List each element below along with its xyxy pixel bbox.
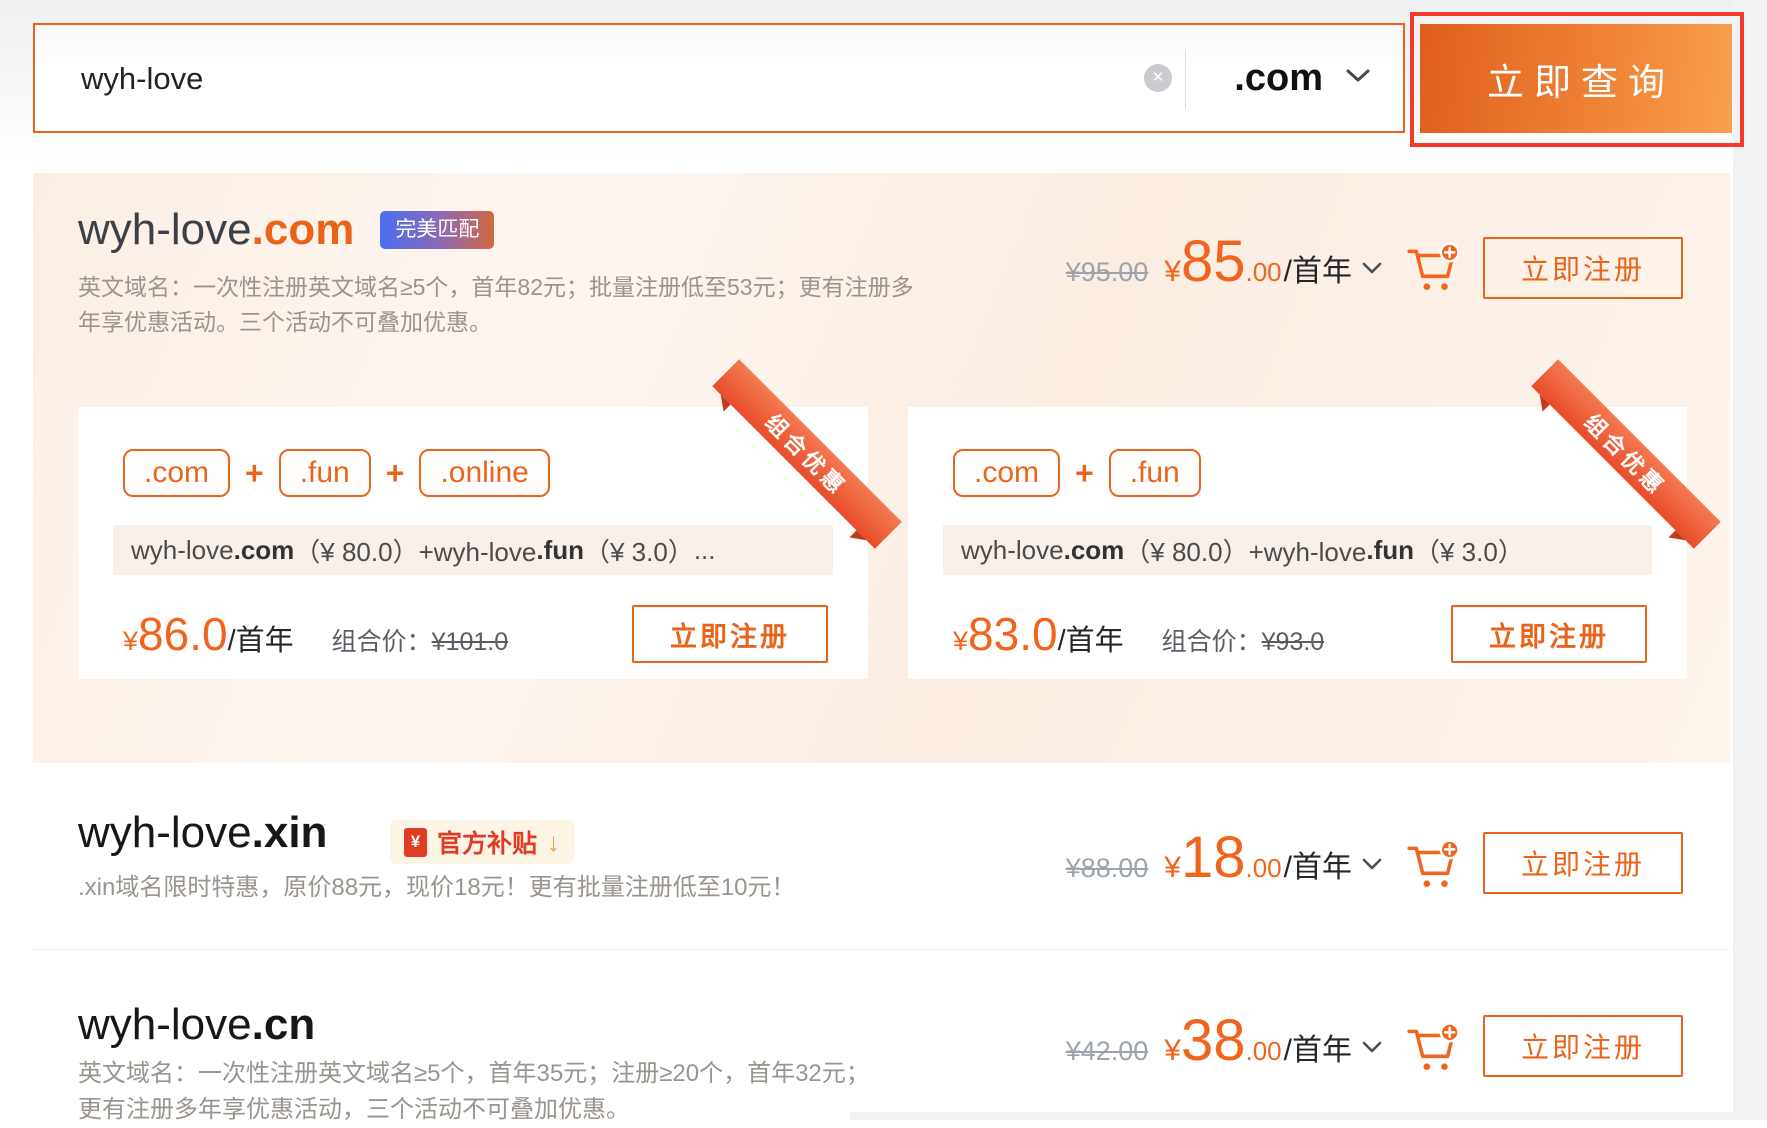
domain-tld: .com [252, 205, 355, 255]
price-unit: /首年 [1284, 246, 1352, 290]
combo-old-price: ¥93.0 [1262, 628, 1325, 657]
result-row-xin: wyh-love.xin ¥ 官方补贴 ↓ .xin域名限时特惠，原价88元，现… [0, 763, 1767, 950]
domain-description: .xin域名限时特惠，原价88元，现价18元！更有批量注册低至10元！ [78, 870, 888, 906]
chevron-down-icon [1362, 262, 1382, 275]
combo-bar-tld: .fun [536, 535, 584, 566]
domain-description: 英文域名：一次性注册英文域名≥5个，首年82元；批量注册低至53元；更有注册多年… [78, 270, 918, 340]
old-price: ¥95.00 [1066, 257, 1149, 288]
tld-tag: .com [953, 449, 1060, 497]
currency-symbol: ¥ [1164, 255, 1181, 289]
query-now-button[interactable]: 立即查询 [1420, 24, 1732, 133]
tld-tag: .fun [1109, 449, 1201, 497]
domain-tld: .xin [252, 808, 328, 858]
perfect-match-badge: 完美匹配 [380, 211, 494, 249]
search-input[interactable] [79, 25, 1083, 133]
subsidy-label: 官方补贴 [437, 824, 537, 860]
arrow-down-icon: ↓ [547, 827, 560, 858]
tld-selector[interactable]: .com [1234, 25, 1371, 131]
combo-tlds: .com + .fun + .online [123, 449, 550, 497]
price-integer: 38 [1181, 1007, 1246, 1074]
chevron-down-icon [1362, 1041, 1382, 1054]
combo-old-price-label: 组合价： [332, 622, 432, 658]
price-unit: /首年 [1058, 617, 1124, 659]
domain-title-com: wyh-love.com 完美匹配 [78, 205, 494, 255]
combo-bar-ellipsis: ... [694, 535, 716, 566]
combo-card-1: 组合优惠 .com + .fun + .online wyh-love.com（… [78, 407, 868, 679]
domain-title-cn: wyh-love.cn [78, 1000, 315, 1050]
price-decimal: .00 [1246, 257, 1282, 288]
price-unit: /首年 [1284, 1025, 1352, 1069]
price-decimal: .00 [1246, 1036, 1282, 1067]
currency-symbol: ¥ [123, 626, 138, 657]
combo-old-price: ¥101.0 [432, 628, 508, 657]
register-button-combo-1[interactable]: 立即注册 [632, 605, 828, 663]
combo-domains-summary: wyh-love.com（¥ 80.0）+wyh-love.fun（¥ 3.0）… [113, 525, 833, 575]
search-divider [1185, 49, 1186, 109]
price-period-dropdown[interactable]: /首年 [1284, 1025, 1382, 1069]
chevron-down-icon [1362, 858, 1382, 871]
combo-bar-text: （¥ 3.0） [584, 532, 694, 569]
combo-bar-tld: .com [234, 535, 295, 566]
combo-bar-text: wyh-love [131, 535, 234, 566]
add-to-cart-icon[interactable] [1405, 241, 1459, 300]
clear-icon[interactable]: ✕ [1144, 64, 1172, 92]
price-decimal: .00 [1246, 853, 1282, 884]
plus-sign: + [245, 455, 264, 492]
price-unit: /首年 [228, 617, 294, 659]
combo-price-group: ¥ 83.0 /首年 组合价： ¥93.0 [953, 607, 1324, 661]
tld-selected-value: .com [1234, 57, 1323, 100]
result-card-com: wyh-love.com 完美匹配 英文域名：一次性注册英文域名≥5个，首年82… [33, 173, 1730, 763]
official-subsidy-badge: ¥ 官方补贴 ↓ [390, 820, 574, 864]
combo-tlds: .com + .fun [953, 449, 1201, 497]
combo-price-value: 86.0 [138, 607, 228, 661]
price-unit: /首年 [1284, 842, 1352, 886]
old-price: ¥88.00 [1066, 853, 1149, 884]
add-to-cart-icon[interactable] [1405, 1021, 1459, 1080]
domain-name: wyh-love [78, 808, 252, 858]
price-group-com: ¥95.00 ¥ 85 .00 /首年 [1066, 228, 1382, 295]
tld-tag: .fun [279, 449, 371, 497]
plus-sign: + [1075, 455, 1094, 492]
red-envelope-icon: ¥ [404, 828, 427, 857]
price-group-cn: ¥42.00 ¥ 38 .00 /首年 [1066, 1007, 1382, 1074]
tld-tag: .online [419, 449, 549, 497]
combo-ribbon: 组合优惠 [712, 359, 902, 549]
price-integer: 18 [1181, 824, 1246, 891]
result-row-cn: wyh-love.cn 英文域名：一次性注册英文域名≥5个，首年35元；注册≥2… [0, 950, 1767, 1120]
register-button-com[interactable]: 立即注册 [1483, 237, 1683, 299]
combo-ribbon: 组合优惠 [1531, 359, 1721, 549]
search-bar: ✕ .com [33, 23, 1405, 133]
domain-description: 英文域名：一次性注册英文域名≥5个，首年35元；注册≥20个，首年32元；更有注… [78, 1056, 888, 1128]
combo-old-price-label: 组合价： [1162, 622, 1262, 658]
combo-card-2: 组合优惠 .com + .fun wyh-love.com（¥ 80.0）+wy… [908, 407, 1687, 679]
domain-tld: .cn [252, 1000, 316, 1050]
currency-symbol: ¥ [1164, 851, 1181, 885]
combo-bar-text: （¥ 80.0）+wyh-love [1124, 532, 1366, 569]
old-price: ¥42.00 [1066, 1036, 1149, 1067]
combo-bar-text: wyh-love [961, 535, 1064, 566]
register-button-cn[interactable]: 立即注册 [1483, 1015, 1683, 1077]
combo-price-group: ¥ 86.0 /首年 组合价： ¥101.0 [123, 607, 508, 661]
tld-tag: .com [123, 449, 230, 497]
combo-bar-text: （¥ 3.0） [1414, 532, 1524, 569]
domain-name: wyh-love [78, 205, 252, 255]
price-period-dropdown[interactable]: /首年 [1284, 842, 1382, 886]
domain-title-xin: wyh-love.xin [78, 808, 327, 858]
combo-domains-summary: wyh-love.com（¥ 80.0）+wyh-love.fun（¥ 3.0） [943, 525, 1652, 575]
combo-bar-tld: .fun [1366, 535, 1414, 566]
combo-bar-text: （¥ 80.0）+wyh-love [294, 532, 536, 569]
plus-sign: + [386, 455, 405, 492]
combo-price-value: 83.0 [968, 607, 1058, 661]
price-period-dropdown[interactable]: /首年 [1284, 246, 1382, 290]
register-button-combo-2[interactable]: 立即注册 [1451, 605, 1647, 663]
add-to-cart-icon[interactable] [1405, 838, 1459, 897]
chevron-down-icon [1345, 68, 1371, 89]
combo-bar-tld: .com [1064, 535, 1125, 566]
register-button-xin[interactable]: 立即注册 [1483, 832, 1683, 894]
price-integer: 85 [1181, 228, 1246, 295]
currency-symbol: ¥ [953, 626, 968, 657]
domain-name: wyh-love [78, 1000, 252, 1050]
price-group-xin: ¥88.00 ¥ 18 .00 /首年 [1066, 824, 1382, 891]
currency-symbol: ¥ [1164, 1034, 1181, 1068]
